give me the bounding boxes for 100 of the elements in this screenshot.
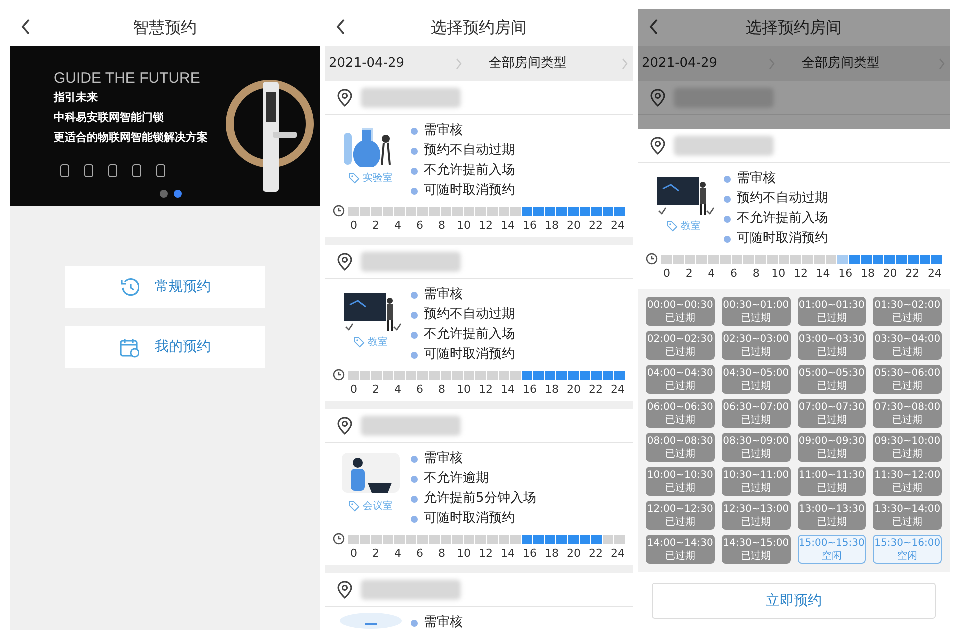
room-rule: 可随时取消预约 [424, 346, 515, 364]
time-slot[interactable]: 15:30~16:00 空闲 [873, 535, 942, 564]
hour-label: 14 [501, 546, 515, 562]
back-icon[interactable] [335, 18, 346, 36]
menu-button[interactable]: 常规预约 [65, 266, 265, 308]
time-slot[interactable]: 14:00~14:30 已过期 [646, 535, 715, 564]
time-slot[interactable]: 08:30~09:00 已过期 [722, 433, 790, 462]
hour-label: 22 [589, 546, 603, 562]
time-slot[interactable]: 13:30~14:00 已过期 [873, 501, 942, 530]
date-picker[interactable]: 2021-04-29 [329, 54, 469, 74]
time-slot[interactable]: 02:00~02:30 已过期 [646, 331, 715, 360]
time-slot[interactable]: 01:30~02:00 已过期 [873, 297, 942, 326]
time-slot[interactable]: 02:30~03:00 已过期 [722, 331, 790, 360]
date-picker[interactable]: 2021-04-29 [642, 54, 782, 74]
time-slot[interactable]: 07:30~08:00 已过期 [873, 399, 942, 428]
hour-label: 4 [707, 266, 716, 282]
hour-label: 12 [479, 382, 493, 398]
time-slot[interactable]: 06:30~07:00 已过期 [722, 399, 790, 428]
hour-label: 6 [729, 266, 738, 282]
time-slot[interactable]: 10:30~11:00 已过期 [722, 467, 790, 496]
time-slot[interactable]: 11:30~12:00 已过期 [873, 467, 942, 496]
tag-icon [349, 173, 360, 184]
room-rule: 不允许提前入场 [737, 210, 828, 228]
feature-icon [84, 164, 94, 178]
time-slot[interactable]: 07:00~07:30 已过期 [798, 399, 866, 428]
room-rule: 不允许提前入场 [424, 326, 515, 344]
hour-label: 10 [457, 382, 471, 398]
hour-label: 2 [684, 266, 694, 282]
room-rule: 需审核 [424, 122, 463, 140]
hour-label: 4 [394, 546, 402, 562]
hour-label: 16 [838, 266, 853, 282]
time-slot[interactable]: 04:30~05:00 已过期 [722, 365, 790, 394]
location-pin-icon [337, 416, 353, 434]
time-slot[interactable]: 10:00~10:30 已过期 [646, 467, 715, 496]
time-slot[interactable]: 14:30~15:00 已过期 [722, 535, 790, 564]
feature-icon [108, 164, 118, 178]
room-rule: 需审核 [424, 614, 463, 630]
time-slot[interactable]: 05:00~05:30 已过期 [798, 365, 866, 394]
hour-label: 2 [372, 546, 380, 562]
calendar-icon [119, 336, 139, 358]
time-slot[interactable]: 09:30~10:00 已过期 [873, 433, 942, 462]
location-pin-icon [650, 88, 666, 106]
time-slot[interactable]: 09:00~09:30 已过期 [798, 433, 866, 462]
hour-label: 18 [545, 218, 559, 234]
time-slot[interactable]: 03:00~03:30 已过期 [798, 331, 866, 360]
hour-label: 12 [794, 266, 808, 282]
time-slot[interactable]: 00:30~01:00 已过期 [722, 297, 790, 326]
time-slot[interactable]: 12:30~13:00 已过期 [722, 501, 790, 530]
time-slot[interactable]: 08:00~08:30 已过期 [646, 433, 715, 462]
menu-button[interactable]: 我的预约 [65, 326, 265, 368]
hour-label: 18 [860, 266, 875, 282]
room-rule: 预约不自动过期 [424, 142, 515, 160]
screen-title: 智慧预约 [133, 16, 197, 38]
location-pin-icon [337, 88, 353, 106]
hour-label: 16 [523, 218, 537, 234]
room-type-picker[interactable]: 全部房间类型 [469, 54, 629, 74]
time-slot[interactable]: 15:00~15:30 空闲 [798, 535, 866, 564]
clock-icon [646, 253, 658, 265]
time-slot[interactable]: 12:00~12:30 已过期 [646, 501, 715, 530]
room-rule: 可随时取消预约 [424, 182, 515, 200]
hour-label: 22 [906, 266, 920, 282]
hour-label: 8 [438, 546, 446, 562]
room-type-picker[interactable]: 全部房间类型 [782, 54, 946, 74]
hour-label: 24 [611, 546, 625, 562]
back-icon[interactable] [20, 18, 31, 36]
time-slot[interactable]: 03:30~04:00 已过期 [873, 331, 942, 360]
clock-icon [333, 369, 345, 381]
hour-label: 20 [567, 546, 581, 562]
time-slot[interactable]: 11:00~11:30 已过期 [798, 467, 866, 496]
hour-label: 22 [589, 218, 603, 234]
hour-label: 18 [545, 546, 559, 562]
hour-label: 14 [501, 382, 515, 398]
hour-label: 10 [772, 266, 786, 282]
banner-text: 指引未来 [54, 90, 99, 106]
location-pin-icon [337, 252, 353, 270]
room-rule: 不允许逾期 [424, 470, 489, 488]
feature-icon [156, 164, 166, 178]
time-slot[interactable]: 04:00~04:30 已过期 [646, 365, 715, 394]
hour-label: 2 [372, 218, 380, 234]
time-slot[interactable]: 00:00~00:30 已过期 [646, 297, 715, 326]
room-type-tag: 会议室 [363, 499, 393, 514]
feature-icon [132, 164, 142, 178]
chevron-icon [455, 58, 463, 70]
hour-label: 24 [611, 218, 625, 234]
history-icon [119, 276, 139, 298]
room-type-tag: 教室 [368, 335, 388, 350]
hour-label: 12 [479, 546, 493, 562]
time-slot[interactable]: 06:00~06:30 已过期 [646, 399, 715, 428]
hour-label: 20 [567, 382, 581, 398]
hour-label: 16 [523, 546, 537, 562]
book-now-button[interactable]: 立即预约 [652, 583, 936, 619]
time-slot[interactable]: 01:00~01:30 已过期 [798, 297, 866, 326]
hour-label: 24 [928, 266, 942, 282]
time-slot[interactable]: 05:30~06:00 已过期 [873, 365, 942, 394]
back-icon[interactable] [648, 18, 659, 36]
tag-icon [354, 337, 365, 348]
hour-label: 18 [545, 382, 559, 398]
hour-label: 8 [438, 218, 446, 234]
feature-icon [60, 164, 70, 178]
time-slot[interactable]: 13:00~13:30 已过期 [798, 501, 866, 530]
